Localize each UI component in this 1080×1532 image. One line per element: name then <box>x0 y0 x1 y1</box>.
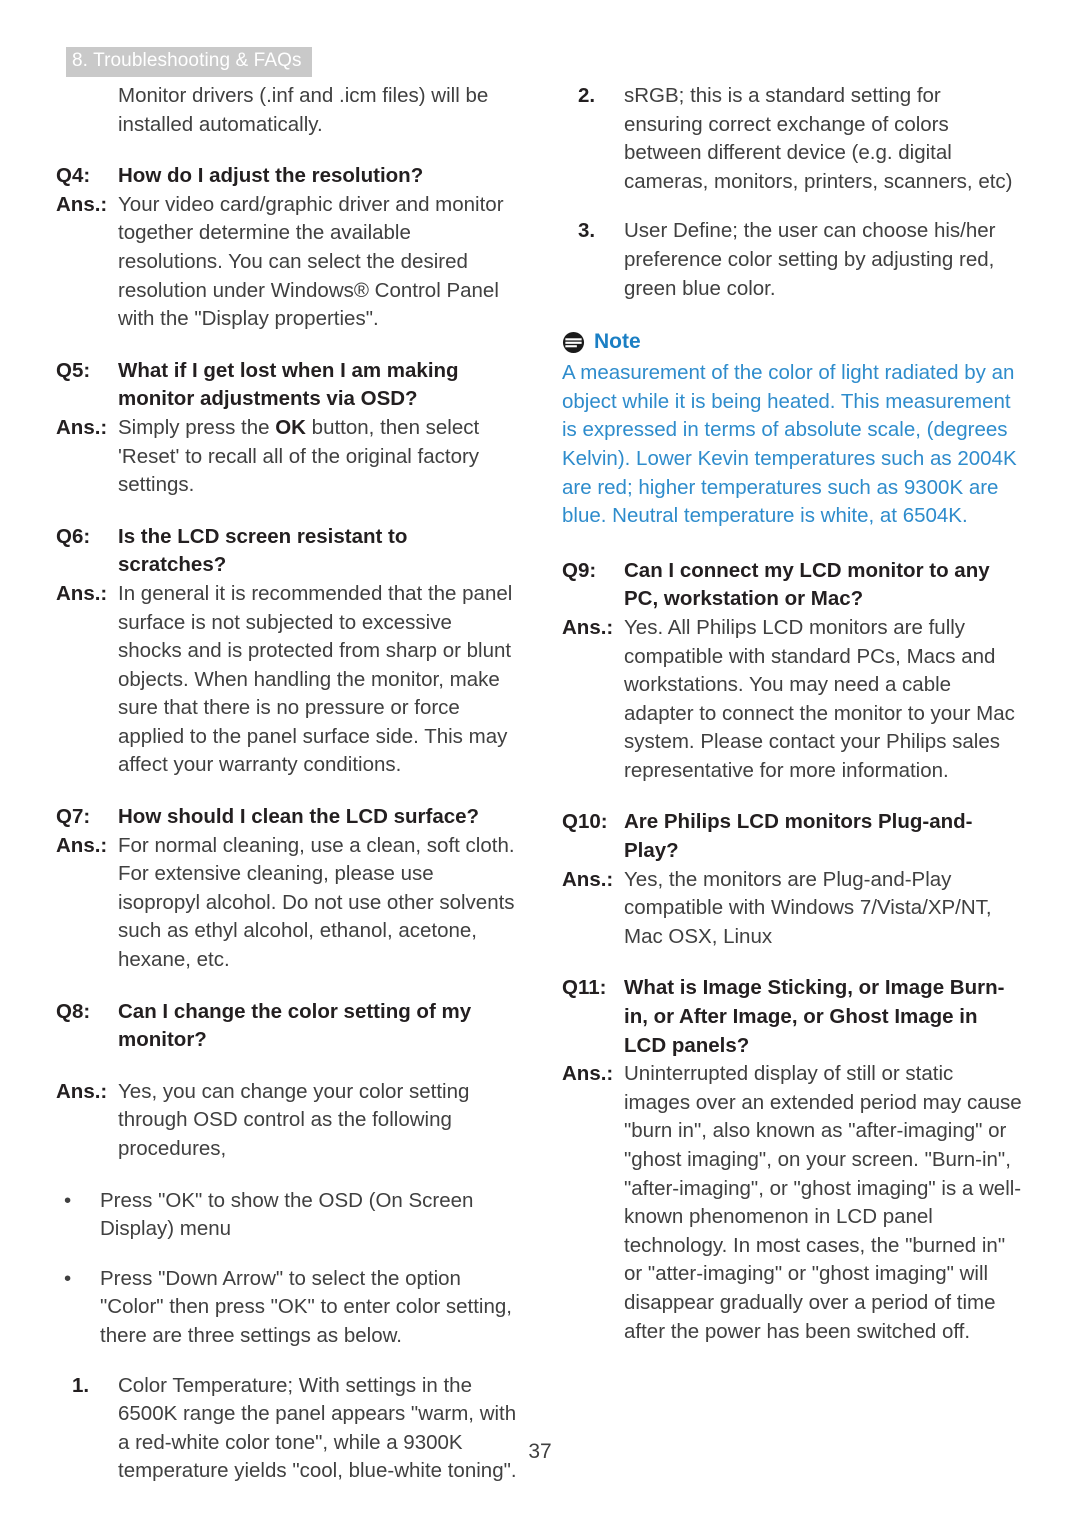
answer-text: For normal cleaning, use a clean, soft c… <box>118 833 515 972</box>
faq-entry-q6: Q6: Is the LCD screen resistant to scrat… <box>56 523 518 780</box>
answer-row: Ans.: Yes, you can change your color set… <box>56 1078 518 1164</box>
answer-label: Ans.: <box>56 415 108 439</box>
answer-text: Yes. All Philips LCD monitors are fully … <box>624 615 1015 782</box>
bullet-text: Press "Down Arrow" to select the option … <box>100 1266 512 1347</box>
answer-text-prefix: Simply press the <box>118 415 276 439</box>
answer-label: Ans.: <box>56 192 108 216</box>
list-item: 2. sRGB; this is a standard setting for … <box>562 82 1024 196</box>
faq-entry-q11: Q11: What is Image Sticking, or Image Bu… <box>562 974 1024 1346</box>
bullet-marker: • <box>64 1266 72 1290</box>
answer-text: Yes, the monitors are Plug-and-Play comp… <box>624 867 992 948</box>
answer-row: Ans.: Simply press the OK button, then s… <box>56 414 518 500</box>
intro-paragraph: Monitor drivers (.inf and .icm files) wi… <box>118 84 489 136</box>
answer-text: Simply press the OK button, then select … <box>118 414 518 500</box>
note-header: Note <box>562 329 1024 355</box>
question-text: How do I adjust the resolution? <box>118 164 424 188</box>
bullet-marker: • <box>64 1188 72 1212</box>
note-bullet-circle-icon <box>562 331 585 354</box>
question-label: Q11: <box>562 976 607 1000</box>
question-label: Q5: <box>56 358 91 382</box>
answer-row: Ans.: For normal cleaning, use a clean, … <box>56 832 518 975</box>
note-callout: Note A measurement of the color of light… <box>562 329 1024 531</box>
answer-label: Ans.: <box>56 833 108 857</box>
answer-label: Ans.: <box>56 1079 108 1103</box>
question-row: Q4: How do I adjust the resolution? <box>56 162 518 191</box>
faq-entry-q7: Q7: How should I clean the LCD surface? … <box>56 803 518 975</box>
two-column-body: Monitor drivers (.inf and .icm files) wi… <box>0 82 1080 1507</box>
faq-entry-q9: Q9: Can I connect my LCD monitor to any … <box>562 557 1024 786</box>
list-item: • Press "OK" to show the OSD (On Screen … <box>56 1187 518 1244</box>
question-label: Q8: <box>56 999 91 1023</box>
intro-paragraph-block: Monitor drivers (.inf and .icm files) wi… <box>56 82 518 139</box>
number-marker: 1. <box>72 1373 90 1397</box>
question-label: Q7: <box>56 805 91 829</box>
faq-entry-q8-question: Q8: Can I change the color setting of my… <box>56 998 518 1055</box>
answer-text: Uninterrupted display of still or static… <box>624 1062 1022 1343</box>
answer-row: Ans.: Yes. All Philips LCD monitors are … <box>562 614 1024 786</box>
question-label: Q6: <box>56 524 91 548</box>
answer-text-emphasis: OK <box>275 415 306 439</box>
question-row: Q7: How should I clean the LCD surface? <box>56 803 518 832</box>
faq-entry-q8-answer: Ans.: Yes, you can change your color set… <box>56 1078 518 1164</box>
faq-entry-q10: Q10: Are Philips LCD monitors Plug-and-P… <box>562 808 1024 951</box>
right-column: 2. sRGB; this is a standard setting for … <box>562 82 1024 1507</box>
answer-text: Yes, you can change your color setting t… <box>118 1079 470 1160</box>
left-column: Monitor drivers (.inf and .icm files) wi… <box>56 82 518 1507</box>
answer-row: Ans.: Uninterrupted display of still or … <box>562 1060 1024 1346</box>
page-number: 37 <box>528 1440 552 1463</box>
question-text: Is the LCD screen resistant to scratches… <box>118 524 408 577</box>
question-label: Q10: <box>562 810 608 834</box>
number-text: Color Temperature; With settings in the … <box>118 1373 517 1483</box>
question-label: Q4: <box>56 164 91 188</box>
number-text: User Define; the user can choose his/her… <box>624 219 996 300</box>
faq-entry-q4: Q4: How do I adjust the resolution? Ans.… <box>56 162 518 334</box>
question-text: How should I clean the LCD surface? <box>118 805 480 829</box>
question-text: What is Image Sticking, or Image Burn-in… <box>624 976 1005 1057</box>
number-marker: 2. <box>578 84 596 107</box>
question-row: Q5: What if I get lost when I am making … <box>56 357 518 414</box>
question-row: Q9: Can I connect my LCD monitor to any … <box>562 557 1024 614</box>
faq-entry-q5: Q5: What if I get lost when I am making … <box>56 357 518 500</box>
question-row: Q10: Are Philips LCD monitors Plug-and-P… <box>562 808 1024 865</box>
answer-text: In general it is recommended that the pa… <box>118 581 513 777</box>
note-title: Note <box>594 330 641 354</box>
question-text: Can I connect my LCD monitor to any PC, … <box>624 558 990 611</box>
question-text: What if I get lost when I am making moni… <box>118 358 459 411</box>
answer-label: Ans.: <box>562 1062 614 1086</box>
bullet-text: Press "OK" to show the OSD (On Screen Di… <box>100 1188 474 1241</box>
answer-label: Ans.: <box>56 581 108 605</box>
answer-row: Ans.: Your video card/graphic driver and… <box>56 191 518 334</box>
question-row: Q8: Can I change the color setting of my… <box>56 998 518 1055</box>
question-label: Q9: <box>562 558 597 582</box>
question-text: Are Philips LCD monitors Plug-and-Play? <box>624 810 973 863</box>
document-page: 8. Troubleshooting & FAQs Monitor driver… <box>0 0 1080 1532</box>
answer-row: Ans.: Yes, the monitors are Plug-and-Pla… <box>562 866 1024 952</box>
number-marker: 3. <box>578 219 596 243</box>
answer-text: Your video card/graphic driver and monit… <box>118 192 504 331</box>
answer-label: Ans.: <box>562 867 614 891</box>
answer-row: Ans.: In general it is recommended that … <box>56 580 518 780</box>
number-text: sRGB; this is a standard setting for ens… <box>624 84 1013 193</box>
list-item: • Press "Down Arrow" to select the optio… <box>56 1265 518 1351</box>
question-row: Q6: Is the LCD screen resistant to scrat… <box>56 523 518 580</box>
chapter-running-header: 8. Troubleshooting & FAQs <box>66 47 312 77</box>
note-body-text: A measurement of the color of light radi… <box>562 361 1017 528</box>
question-text: Can I change the color setting of my mon… <box>118 999 472 1052</box>
question-row: Q11: What is Image Sticking, or Image Bu… <box>562 974 1024 1060</box>
list-item: 1. Color Temperature; With settings in t… <box>56 1372 518 1486</box>
list-item: 3. User Define; the user can choose his/… <box>562 217 1024 303</box>
answer-label: Ans.: <box>562 615 614 639</box>
